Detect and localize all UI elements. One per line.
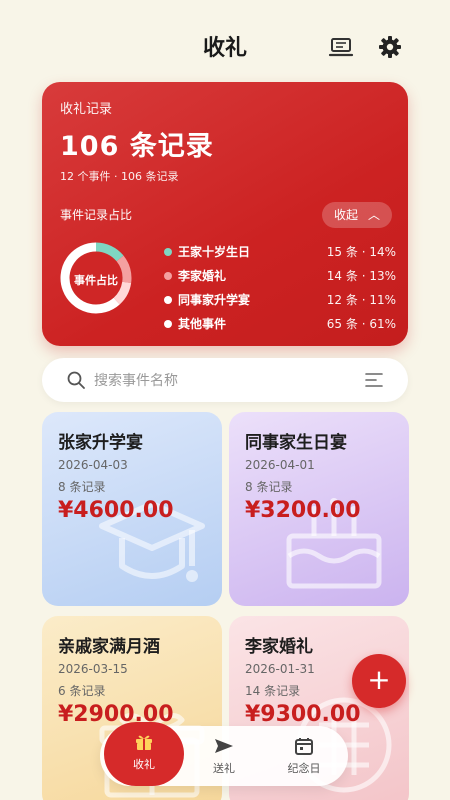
event-card[interactable]: 同事家生日宴 2026-04-01 8 条记录 ¥3200.00	[229, 412, 409, 606]
nav-label: 收礼	[133, 758, 155, 771]
nav-label: 送礼	[213, 762, 235, 775]
legend-row: 王家十岁生日 15 条 · 14%	[160, 242, 396, 266]
summary-label: 收礼记录	[60, 102, 113, 117]
gear-icon[interactable]	[377, 34, 403, 60]
legend-stat: 12 条 · 11%	[326, 293, 396, 307]
event-amount: ¥3200.00	[245, 498, 361, 523]
legend-name: 王家十岁生日	[178, 245, 251, 259]
legend-name: 李家婚礼	[178, 269, 227, 283]
search-input[interactable]: 搜索事件名称	[94, 370, 178, 390]
chevron-up-icon: ︿	[367, 208, 380, 222]
legend-name: 同事家升学宴	[178, 293, 251, 307]
bottom-nav: 收礼 送礼 纪念日	[100, 722, 348, 786]
legend-name: 其他事件	[178, 317, 227, 331]
summary-subtext: 12 个事件 · 106 条记录	[60, 170, 179, 183]
event-name: 亲戚家满月酒	[58, 637, 160, 657]
legend-dot	[164, 248, 172, 256]
event-date: 2026-04-03	[58, 458, 128, 472]
summary-card: 收礼记录 106 条记录 12 个事件 · 106 条记录 事件记录占比 收起 …	[42, 82, 408, 346]
event-date: 2026-01-31	[245, 662, 315, 676]
add-event-button[interactable]: +	[352, 654, 406, 708]
search-icon	[66, 370, 86, 390]
legend-row: 同事家升学宴 12 条 · 11%	[160, 290, 396, 314]
event-name: 李家婚礼	[245, 637, 313, 657]
legend-stat: 65 条 · 61%	[326, 317, 396, 331]
event-card[interactable]: 张家升学宴 2026-04-03 8 条记录 ¥4600.00	[42, 412, 222, 606]
legend: 王家十岁生日 15 条 · 14% 李家婚礼 14 条 · 13% 同事家升学宴…	[160, 242, 396, 338]
laptop-icon[interactable]	[328, 34, 354, 60]
nav-item-receive[interactable]: 收礼	[104, 722, 184, 786]
nav-item-anniversary[interactable]: 纪念日	[264, 726, 344, 786]
event-count: 8 条记录	[58, 480, 106, 494]
legend-dot	[164, 296, 172, 304]
legend-row: 李家婚礼 14 条 · 13%	[160, 266, 396, 290]
event-name: 同事家生日宴	[245, 433, 347, 453]
app-header: 收礼	[0, 0, 450, 90]
event-count: 14 条记录	[245, 684, 301, 698]
event-count: 8 条记录	[245, 480, 293, 494]
filter-menu-icon[interactable]	[364, 371, 384, 389]
event-date: 2026-03-15	[58, 662, 128, 676]
legend-stat: 14 条 · 13%	[326, 269, 396, 283]
gift-icon	[134, 732, 154, 752]
donut-label: 事件占比	[74, 274, 118, 287]
event-amount: ¥4600.00	[58, 498, 174, 523]
legend-stat: 15 条 · 14%	[326, 245, 396, 259]
collapse-label: 收起	[334, 208, 359, 222]
legend-dot	[164, 272, 172, 280]
legend-row: 其他事件 65 条 · 61%	[160, 314, 396, 338]
send-icon	[214, 736, 234, 756]
event-amount: ¥9300.00	[245, 702, 361, 727]
nav-label: 纪念日	[287, 762, 321, 775]
collapse-button[interactable]: 收起 ︿	[322, 202, 392, 228]
section-title: 事件记录占比	[60, 208, 133, 222]
nav-item-send[interactable]: 送礼	[184, 726, 264, 786]
event-name: 张家升学宴	[58, 433, 143, 453]
legend-dot	[164, 320, 172, 328]
event-count: 6 条记录	[58, 684, 106, 698]
calendar-icon	[294, 736, 314, 756]
event-date: 2026-04-01	[245, 458, 315, 472]
search-bar[interactable]: 搜索事件名称	[42, 358, 408, 402]
summary-total: 106 条记录	[60, 131, 214, 162]
